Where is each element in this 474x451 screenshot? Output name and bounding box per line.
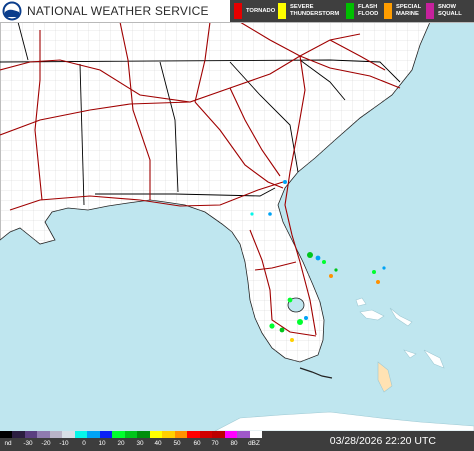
reflectivity-color-bar [0, 431, 263, 438]
scale-segment [174, 431, 188, 438]
radar-viewer: NATIONAL WEATHER SERVICE TORNADO SEVERE … [0, 0, 474, 451]
scale-tick-label: nd [4, 440, 12, 447]
legend-item-tornado: TORNADO [234, 0, 275, 22]
scale-segment [199, 431, 213, 438]
scale-tick-label: 0 [82, 440, 86, 447]
legend-swatch [346, 3, 354, 19]
scale-segment [224, 431, 238, 438]
warning-legend: TORNADO SEVERE THUNDERSTORM FLASH FLOOD … [230, 0, 474, 22]
scale-segment [249, 431, 263, 438]
scale-tick-label: 60 [193, 440, 201, 447]
legend-label: SPECIAL MARINE [396, 4, 422, 17]
scale-tick-label: 40 [154, 440, 162, 447]
reflectivity-scale: nd -30 -20 -10 0 10 20 30 40 50 60 70 80 dBZ [0, 431, 263, 451]
scale-segment [37, 431, 51, 438]
scale-segment [124, 431, 138, 438]
scale-segment [162, 431, 176, 438]
scale-segment [49, 431, 63, 438]
scale-segment [112, 431, 126, 438]
legend-swatch [384, 3, 392, 19]
scale-tick-label: 30 [136, 440, 144, 447]
scale-segment [24, 431, 38, 438]
legend-item-severe-thunderstorm: SEVERE THUNDERSTORM [278, 0, 339, 22]
legend-label: FLASH FLOOD [358, 4, 379, 17]
scale-segment [62, 431, 76, 438]
scale-tick-label: -10 [59, 440, 69, 447]
scale-segment [212, 431, 226, 438]
legend-label: TORNADO [246, 7, 276, 14]
scale-tick-label: -30 [23, 440, 33, 447]
legend-item-special-marine: SPECIAL MARINE [384, 0, 421, 22]
noaa-logo-icon [2, 1, 22, 21]
scale-tick-label: -20 [41, 440, 51, 447]
scale-segment [0, 431, 13, 438]
scale-tick-label: dBZ [248, 440, 260, 447]
scale-segment [149, 431, 163, 438]
legend-swatch [278, 3, 286, 19]
scale-tick-label: 20 [117, 440, 125, 447]
legend-swatch [234, 3, 242, 19]
scale-tick-label: 10 [98, 440, 106, 447]
scale-segment [99, 431, 113, 438]
scale-tick-label: 80 [230, 440, 238, 447]
legend-label: SNOW SQUALL [438, 4, 462, 17]
legend-swatch [426, 3, 434, 19]
scale-segment [137, 431, 151, 438]
radar-timestamp: 03/28/2026 22:20 UTC [329, 435, 436, 447]
scale-segment [237, 431, 251, 438]
legend-item-flash-flood: FLASH FLOOD [346, 0, 378, 22]
site-title: NATIONAL WEATHER SERVICE [27, 4, 209, 18]
radar-map[interactable] [0, 0, 474, 451]
scale-segment [187, 431, 201, 438]
scale-tick-label: 70 [211, 440, 219, 447]
legend-label: SEVERE THUNDERSTORM [290, 4, 340, 17]
footer-bar: nd -30 -20 -10 0 10 20 30 40 50 60 70 80 dBZ 03/28/20… [0, 431, 474, 451]
legend-item-snow-squall: SNOW SQUALL [426, 0, 462, 22]
reflectivity-scale-labels: nd -30 -20 -10 0 10 20 30 40 50 60 70 80 dBZ [0, 440, 262, 450]
scale-segment [12, 431, 26, 438]
scale-tick-label: 50 [173, 440, 181, 447]
scale-segment [74, 431, 88, 438]
scale-segment [87, 431, 101, 438]
